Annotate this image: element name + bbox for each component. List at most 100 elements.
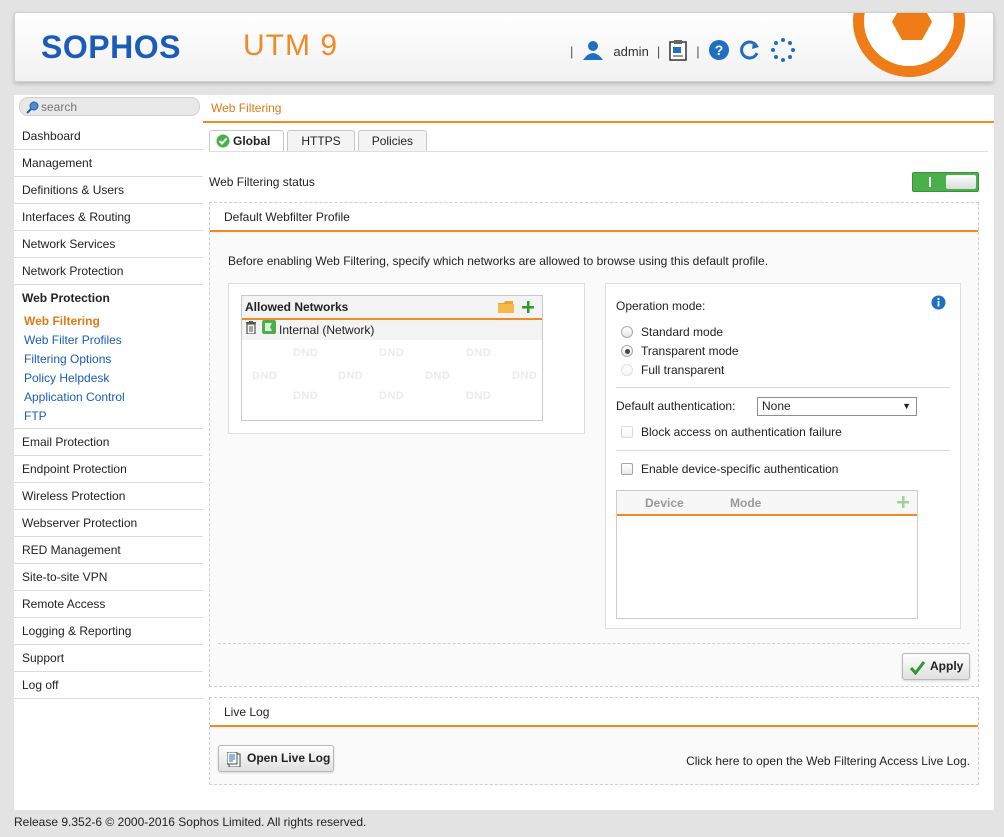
dropdown-arrow-icon: ▼ — [902, 401, 911, 411]
dnd-watermark: DND — [379, 347, 405, 359]
sidebar-subitem-filtering-options[interactable]: Filtering Options — [14, 350, 204, 369]
sidebar-subitem-application-control[interactable]: Application Control — [14, 388, 204, 407]
web-protection-submenu: Web Filtering Web Filter Profiles Filter… — [14, 312, 204, 429]
dnd-watermark: DND — [293, 347, 319, 359]
network-icon — [262, 320, 276, 340]
sidebar-item-network-protection[interactable]: Network Protection — [14, 258, 204, 285]
apply-button-label: Apply — [930, 659, 964, 673]
search-box[interactable] — [19, 97, 200, 116]
block-access-label: Block access on authentication failure — [641, 425, 842, 439]
tab-global-label: Global — [233, 134, 271, 148]
trash-icon[interactable] — [246, 320, 256, 340]
dnd-watermark: DND — [379, 390, 405, 402]
tab-https[interactable]: HTTPS — [287, 130, 355, 152]
sidebar-subitem-web-filtering[interactable]: Web Filtering — [14, 312, 204, 331]
sidebar-item-network-services[interactable]: Network Services — [14, 231, 204, 258]
sidebar-item-support[interactable]: Support — [14, 645, 204, 672]
operation-settings-box: Operation mode: Standard mode Transparen… — [605, 283, 961, 629]
help-icon[interactable]: ? — [708, 39, 730, 64]
page-title: Web Filtering — [211, 101, 282, 115]
divider — [218, 643, 970, 644]
main-content: Web Filtering Global HTTPS Policies Web … — [203, 95, 994, 810]
default-authentication-label: Default authentication: — [616, 399, 736, 413]
reload-icon[interactable] — [738, 39, 762, 64]
device-table-header: Device Mode — [617, 491, 917, 516]
full-transparent-label[interactable]: Full transparent — [641, 363, 724, 377]
sidebar-item-webserver-protection[interactable]: Webserver Protection — [14, 510, 204, 537]
list-item[interactable]: Internal (Network) — [242, 320, 542, 340]
user-icon[interactable] — [581, 40, 605, 63]
sidebar-nav: Dashboard Management Definitions & Users… — [14, 123, 204, 699]
sidebar-item-wireless-protection[interactable]: Wireless Protection — [14, 483, 204, 510]
transparent-mode-label[interactable]: Transparent mode — [641, 344, 739, 358]
default-authentication-select[interactable]: None ▼ — [757, 397, 917, 416]
product-name: UTM 9 — [243, 29, 338, 62]
log-document-icon — [226, 751, 241, 776]
transparent-mode-radio[interactable] — [621, 345, 633, 357]
toggle-knob[interactable] — [946, 175, 976, 189]
sidebar-item-management[interactable]: Management — [14, 150, 204, 177]
tab-bar: Global HTTPS Policies — [209, 130, 428, 152]
standard-mode-radio[interactable] — [621, 326, 633, 338]
open-live-log-button[interactable]: Open Live Log — [218, 745, 334, 772]
device-auth-checkbox[interactable] — [621, 463, 633, 475]
live-log-panel: Live Log Open Live Log Click here to ope… — [209, 697, 979, 785]
sidebar-item-logging-reporting[interactable]: Logging & Reporting — [14, 618, 204, 645]
device-auth-label: Enable device-specific authentication — [641, 462, 839, 476]
apply-button[interactable]: Apply — [902, 653, 970, 680]
sidebar-item-site-to-site-vpn[interactable]: Site-to-site VPN — [14, 564, 204, 591]
column-mode: Mode — [730, 496, 762, 510]
sidebar-subitem-policy-helpdesk[interactable]: Policy Helpdesk — [14, 369, 204, 388]
clipboard-icon[interactable] — [668, 39, 688, 64]
dnd-watermark: DND — [466, 347, 492, 359]
tab-policies[interactable]: Policies — [357, 130, 428, 152]
full-transparent-radio[interactable] — [621, 364, 633, 376]
allowed-networks-title: Allowed Networks — [245, 300, 349, 314]
sidebar-item-email-protection[interactable]: Email Protection — [14, 429, 204, 456]
top-header: SOPHOS UTM 9 | admin | | ? — [14, 12, 994, 82]
standard-mode-label[interactable]: Standard mode — [641, 325, 723, 339]
sidebar-item-web-protection[interactable]: Web Protection — [14, 285, 204, 312]
allowed-networks-header: Allowed Networks — [242, 296, 542, 320]
sidebar-item-interfaces-routing[interactable]: Interfaces & Routing — [14, 204, 204, 231]
info-icon[interactable] — [931, 295, 946, 313]
add-icon[interactable] — [897, 496, 909, 511]
sidebar-item-dashboard[interactable]: Dashboard — [14, 123, 204, 150]
sidebar-subitem-web-filter-profiles[interactable]: Web Filter Profiles — [14, 331, 204, 350]
activity-spinner-icon — [770, 37, 796, 66]
sidebar-item-log-off[interactable]: Log off — [14, 672, 204, 699]
sidebar-subitem-ftp[interactable]: FTP — [14, 407, 204, 426]
title-underline — [203, 121, 994, 123]
dnd-watermark: DND — [338, 370, 364, 382]
default-webfilter-profile-panel: Default Webfilter Profile Before enablin… — [209, 202, 979, 687]
admin-user-link[interactable]: admin — [613, 44, 648, 59]
svg-text:?: ? — [714, 42, 723, 58]
search-icon — [26, 101, 39, 117]
sidebar-item-endpoint-protection[interactable]: Endpoint Protection — [14, 456, 204, 483]
sophos-orb-logo — [853, 13, 965, 77]
checkmark-icon — [909, 659, 926, 684]
tab-global[interactable]: Global — [209, 130, 285, 152]
dnd-watermark: DND — [512, 370, 538, 382]
sidebar-item-red-management[interactable]: RED Management — [14, 537, 204, 564]
dnd-watermark: DND — [252, 370, 278, 382]
dnd-watermark: DND — [293, 390, 319, 402]
block-access-checkbox[interactable] — [621, 426, 633, 438]
sidebar-item-remote-access[interactable]: Remote Access — [14, 591, 204, 618]
web-filtering-status-toggle[interactable] — [912, 172, 979, 192]
allowed-networks-box[interactable]: Allowed Networks Internal (Network) DND … — [241, 295, 543, 421]
separator: | — [570, 44, 574, 59]
divider — [616, 450, 950, 451]
separator: | — [656, 44, 661, 59]
panel-title: Default Webfilter Profile — [210, 203, 978, 232]
default-authentication-value: None — [762, 399, 791, 413]
add-icon[interactable] — [522, 298, 534, 320]
folder-icon[interactable] — [498, 298, 514, 320]
sophos-logo: SOPHOS — [41, 29, 181, 65]
header-toolbar: | admin | | ? — [570, 37, 796, 66]
dnd-watermark: DND — [425, 370, 451, 382]
web-filtering-status-label: Web Filtering status — [209, 175, 315, 189]
sidebar-item-definitions-users[interactable]: Definitions & Users — [14, 177, 204, 204]
search-input[interactable] — [41, 99, 191, 114]
dnd-watermark: DND — [466, 390, 492, 402]
